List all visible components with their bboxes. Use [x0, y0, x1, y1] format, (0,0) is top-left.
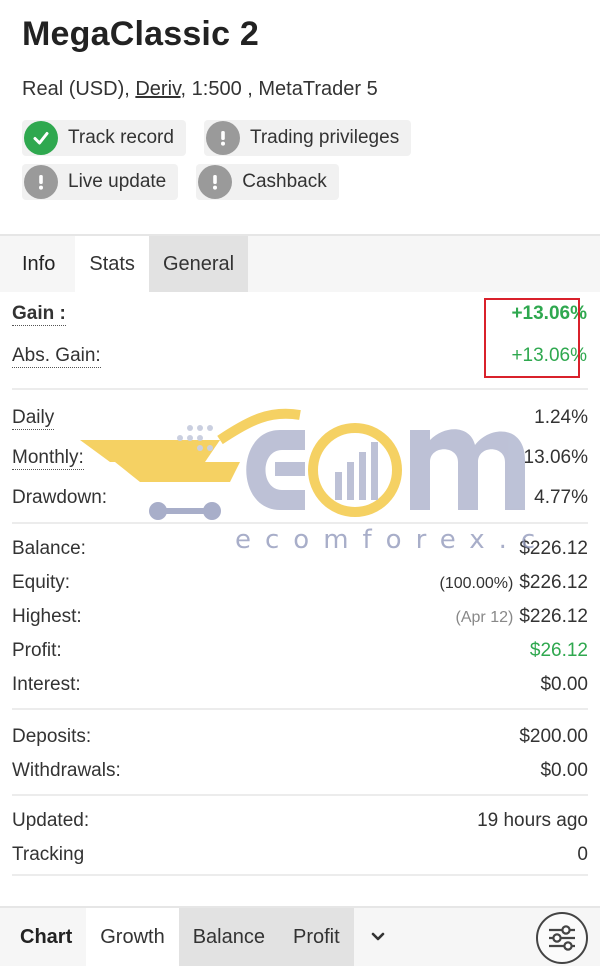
- section-tabs: Info Stats General: [0, 234, 600, 292]
- tracking-section: Updated: 19 hours ago Tracking 0: [12, 796, 588, 876]
- deposits-section: Deposits: $200.00 Withdrawals: $0.00: [12, 710, 588, 796]
- highest-label: Highest:: [12, 606, 82, 627]
- chart-title: Chart: [20, 925, 73, 948]
- account-header: MegaClassic 2 Real (USD), Deriv, 1:500 ,…: [0, 0, 600, 102]
- tab-stats[interactable]: Stats: [75, 236, 149, 292]
- tab-balance[interactable]: Balance: [178, 908, 279, 966]
- stat-row-withdrawals: Withdrawals: $0.00: [12, 754, 588, 788]
- tab-general[interactable]: General: [148, 236, 249, 292]
- page-title: MegaClassic 2: [22, 15, 259, 53]
- account-subtitle: Real (USD), Deriv, 1:500 , MetaTrader 5: [22, 76, 578, 102]
- stat-row-balance: Balance: $226.12: [12, 532, 588, 566]
- check-icon: [24, 121, 58, 155]
- drawdown-value: 4.77%: [534, 487, 588, 508]
- badge-trading-privileges[interactable]: Trading privileges: [203, 120, 412, 156]
- abs-gain-label[interactable]: Abs. Gain:: [12, 345, 101, 368]
- tracking-value: 0: [577, 844, 588, 865]
- profit-value: $26.12: [529, 640, 588, 661]
- stat-row-drawdown: Drawdown: 4.77%: [12, 478, 588, 518]
- updated-value: 19 hours ago: [477, 810, 588, 831]
- highest-date: (Apr 12): [455, 609, 514, 626]
- broker-link[interactable]: Deriv: [135, 78, 180, 100]
- stat-row-equity: Equity: (100.00%) $226.12: [12, 566, 588, 600]
- balance-label: Balance:: [12, 538, 86, 559]
- tab-info[interactable]: Info: [0, 236, 75, 292]
- daily-label[interactable]: Daily: [12, 407, 55, 430]
- tracking-label: Tracking: [12, 844, 85, 865]
- exclamation-icon: [24, 165, 58, 199]
- highest-value: $226.12: [519, 606, 588, 627]
- interest-value: $0.00: [540, 674, 588, 695]
- stat-row-highest: Highest: (Apr 12) $226.12: [12, 600, 588, 634]
- tab-growth[interactable]: Growth: [86, 908, 179, 966]
- withdrawals-value: $0.00: [540, 760, 588, 781]
- equity-percent: (100.00%): [439, 575, 514, 592]
- monthly-value: 13.06%: [523, 447, 588, 468]
- stat-row-profit: Profit: $26.12: [12, 634, 588, 668]
- stat-row-daily: Daily 1.24%: [12, 398, 588, 438]
- stat-row-tracking: Tracking 0: [12, 838, 588, 872]
- exclamation-icon: [198, 165, 233, 199]
- badge-label: Cashback: [242, 171, 327, 192]
- stats-panel: Gain : +13.06% Abs. Gain: +13.06% Daily …: [0, 292, 600, 876]
- balance-section: Balance: $226.12 Equity: (100.00%) $226.1…: [12, 524, 588, 710]
- tab-profit[interactable]: Profit: [278, 908, 354, 966]
- badge-label: Live update: [68, 171, 167, 192]
- badge-label: Trading privileges: [249, 127, 400, 148]
- equity-value: $226.12: [519, 572, 588, 593]
- leverage-platform: , 1:500 , MetaTrader 5: [180, 78, 378, 100]
- updated-label: Updated:: [12, 810, 90, 831]
- exclamation-icon: [205, 121, 240, 155]
- performance-section: Daily 1.24% Monthly: 13.06% Drawdown: 4.…: [12, 390, 588, 524]
- gain-highlight-box: [484, 298, 580, 378]
- stat-row-monthly: Monthly: 13.06%: [12, 438, 588, 478]
- deposits-value: $200.00: [519, 726, 588, 747]
- monthly-label[interactable]: Monthly:: [12, 447, 84, 470]
- balance-value: $226.12: [519, 538, 588, 559]
- account-type: Real (USD),: [22, 78, 130, 100]
- stat-row-interest: Interest: $0.00: [12, 668, 588, 702]
- gain-section: Gain : +13.06% Abs. Gain: +13.06%: [12, 292, 588, 390]
- filter-settings-icon[interactable]: [536, 912, 588, 964]
- stat-row-deposits: Deposits: $200.00: [12, 720, 588, 754]
- badge-cashback[interactable]: Cashback: [196, 164, 339, 200]
- stat-row-updated: Updated: 19 hours ago: [12, 804, 588, 838]
- chevron-down-icon[interactable]: [354, 908, 402, 966]
- badge-live-update[interactable]: Live update: [22, 164, 179, 200]
- deposits-label: Deposits:: [12, 726, 92, 747]
- profit-label: Profit:: [12, 640, 62, 661]
- gain-label[interactable]: Gain :: [12, 303, 66, 326]
- drawdown-label: Drawdown:: [12, 487, 108, 508]
- badge-track-record[interactable]: Track record: [22, 120, 186, 156]
- badge-label: Track record: [68, 127, 174, 148]
- withdrawals-label: Withdrawals:: [12, 760, 121, 781]
- chart-tabs-bar: Chart Growth Balance Profit: [0, 906, 600, 966]
- daily-value: 1.24%: [534, 407, 588, 428]
- verification-badges: Track record Trading privileges Live upd…: [0, 120, 600, 200]
- equity-label: Equity:: [12, 572, 71, 593]
- interest-label: Interest:: [12, 674, 81, 695]
